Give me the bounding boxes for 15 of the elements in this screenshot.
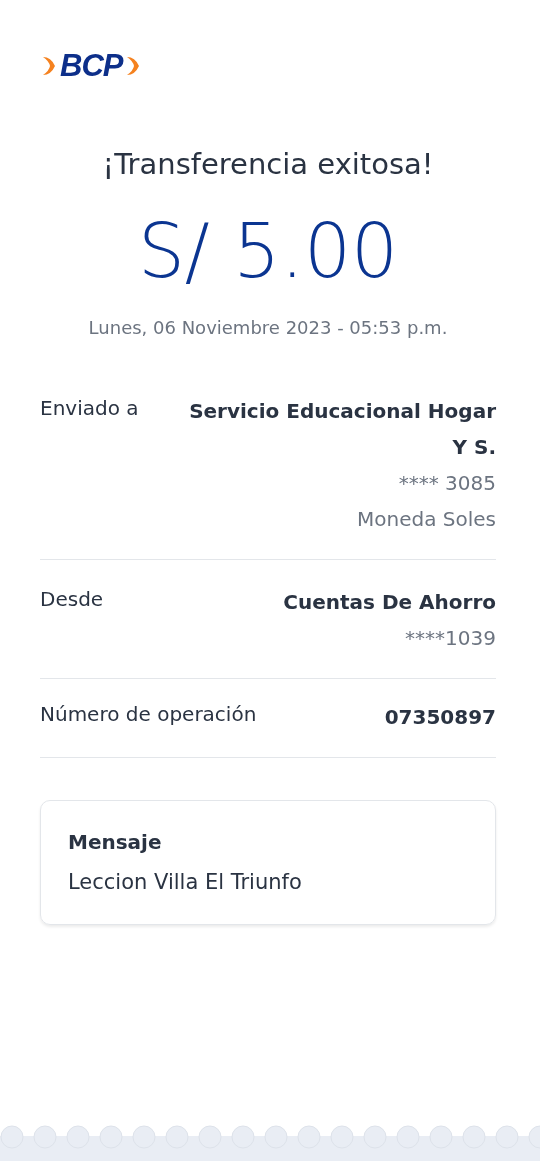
detail-label: Desde	[40, 585, 104, 613]
page-title: ¡Transferencia exitosa!	[101, 146, 435, 183]
detail-value: 07350897	[384, 703, 496, 731]
detail-value: Cuentas De Ahorro	[283, 588, 496, 616]
detail-extra: Moneda Soles	[357, 505, 496, 533]
amount: S/ 5.00	[136, 210, 400, 292]
date-time: Lunes, 06 Noviembre 2023 - 05:53 p.m.	[87, 315, 449, 340]
message-title: Mensaje	[68, 828, 163, 856]
detail-label: Enviado a	[40, 394, 139, 422]
detail-extra: ****1039	[405, 624, 496, 652]
detail-value: Servicio Educacional Hogar Y S.	[188, 397, 496, 461]
detail-extra: **** 3085	[398, 469, 496, 497]
message-text: Leccion Villa El Triunfo	[68, 868, 303, 896]
logo: BCP	[60, 50, 123, 81]
detail-label: Número de operación	[40, 700, 257, 728]
